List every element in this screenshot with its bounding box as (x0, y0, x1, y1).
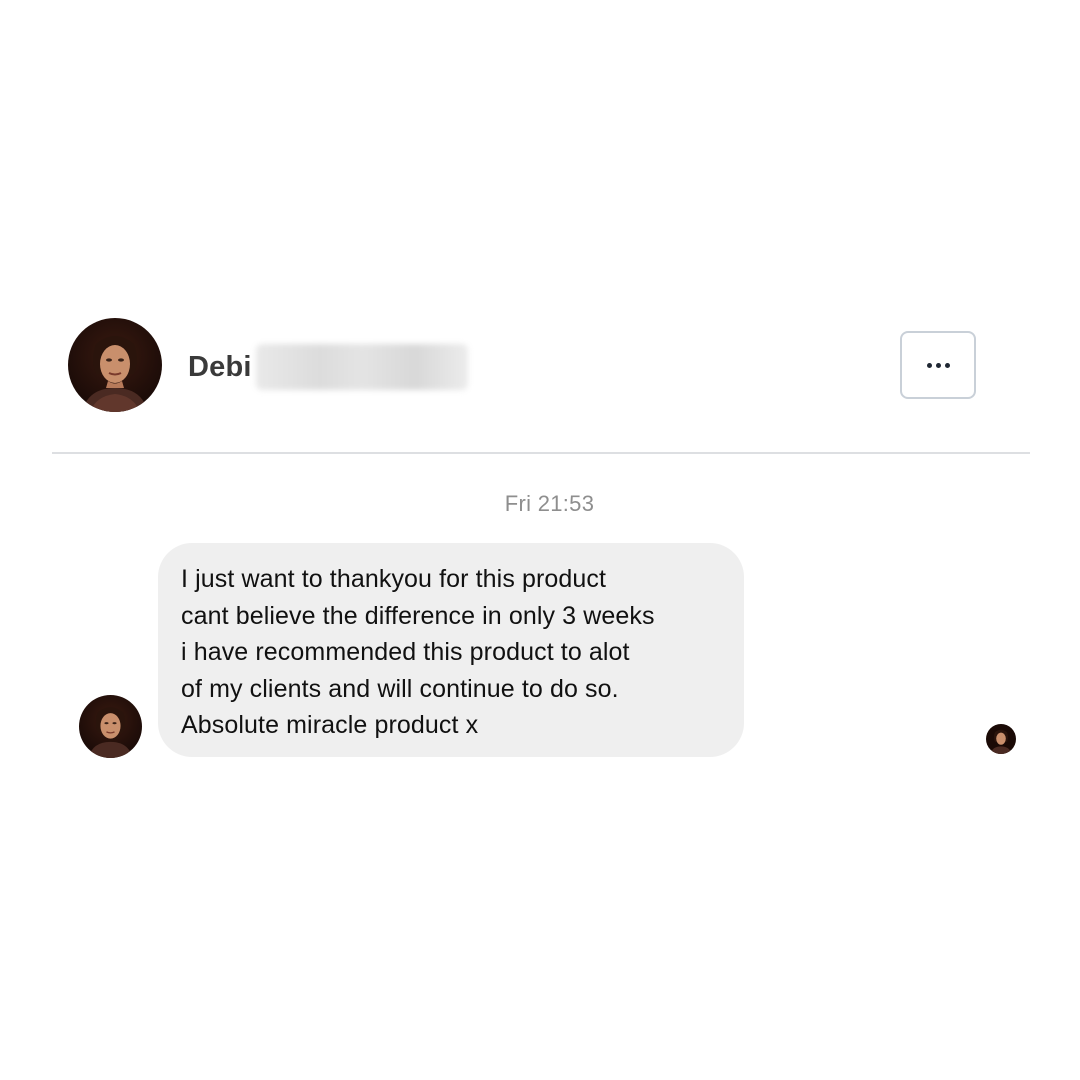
sender-avatar[interactable] (79, 695, 142, 758)
contact-last-name-redacted (255, 344, 468, 390)
message-line: I just want to thankyou for this product (181, 565, 607, 593)
message-timestamp: Fri 21:53 (504, 491, 595, 516)
seen-receipt-avatar (986, 724, 1016, 754)
contact-avatar[interactable] (68, 318, 162, 412)
ellipsis-icon (926, 362, 950, 368)
message-line: i have recommended this product to alot (181, 638, 630, 666)
chat-window: Debi Fri 21:53 I just want to thankyou f… (0, 0, 1080, 1080)
message-line: of my clients and will continue to do so… (181, 674, 619, 703)
message-line: cant believe the difference in only 3 we… (181, 601, 655, 630)
more-options-button[interactable] (900, 331, 976, 399)
conversation-header: Debi (52, 318, 1030, 414)
message-bubble[interactable]: I just want to thankyou for this product… (158, 543, 744, 757)
message-line: Absolute miracle product x (181, 711, 479, 739)
contact-name[interactable]: Debi (188, 344, 468, 390)
header-divider (52, 452, 1030, 454)
contact-first-name: Debi (188, 350, 252, 383)
